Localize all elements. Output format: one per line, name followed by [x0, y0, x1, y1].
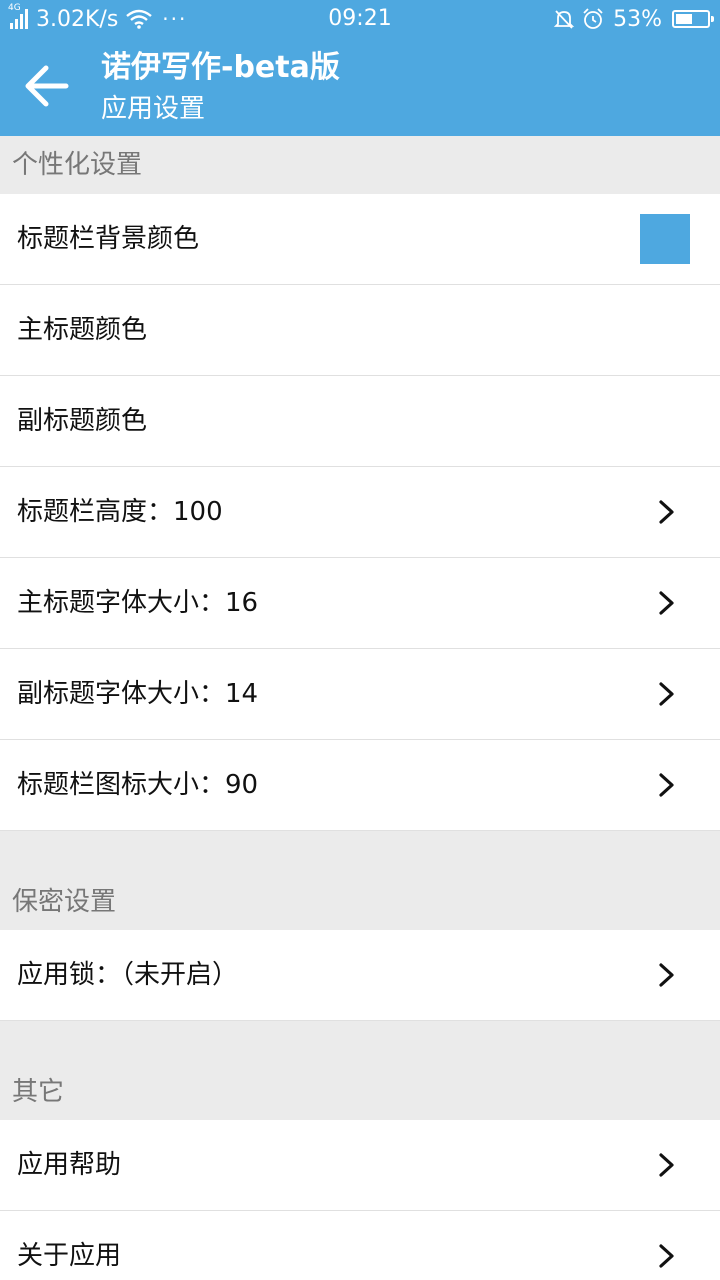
setting-about-app[interactable]: 关于应用 — [0, 1211, 720, 1280]
setting-label: 副标题颜色 — [17, 406, 148, 436]
chevron-right-icon — [659, 1153, 674, 1177]
setting-label: 标题栏高度：100 — [17, 497, 223, 527]
battery-percent: 53% — [613, 6, 662, 32]
setting-label: 主标题颜色 — [17, 315, 148, 345]
status-right: 53% — [553, 5, 714, 33]
status-bar: 4G 3.02K/s ··· 09:21 53% — [0, 0, 720, 38]
chevron-right-icon — [659, 591, 674, 615]
battery-icon — [672, 10, 714, 28]
setting-label: 应用锁：（未开启） — [17, 960, 239, 990]
alarm-icon — [583, 8, 603, 29]
setting-subtitle-font-size[interactable]: 副标题字体大小：14 — [0, 649, 720, 740]
chevron-right-icon — [659, 1244, 674, 1268]
setting-app-help[interactable]: 应用帮助 — [0, 1120, 720, 1211]
setting-label: 标题栏背景颜色 — [17, 224, 200, 254]
setting-title-color[interactable]: 主标题颜色 — [0, 285, 720, 376]
section-header-personalization: 个性化设置 — [0, 136, 720, 194]
setting-label: 关于应用 — [17, 1241, 122, 1271]
section-header-privacy: 保密设置 — [0, 831, 720, 930]
setting-titlebar-bg-color[interactable]: 标题栏背景颜色 — [0, 194, 720, 285]
chevron-right-icon — [659, 963, 674, 987]
app-title: 诺伊写作-beta版 — [101, 50, 340, 85]
settings-list: 个性化设置 标题栏背景颜色 主标题颜色 副标题颜色 标题栏高度：100 主标题字… — [0, 136, 720, 1280]
mute-bell-icon — [553, 10, 575, 29]
setting-label: 标题栏图标大小：90 — [17, 770, 259, 800]
setting-app-lock[interactable]: 应用锁：（未开启） — [0, 930, 720, 1021]
back-arrow-icon[interactable] — [20, 60, 72, 112]
setting-label: 主标题字体大小：16 — [17, 588, 259, 618]
setting-titlebar-height[interactable]: 标题栏高度：100 — [0, 467, 720, 558]
chevron-right-icon — [659, 500, 674, 524]
setting-title-font-size[interactable]: 主标题字体大小：16 — [0, 558, 720, 649]
section-header-other: 其它 — [0, 1021, 720, 1120]
app-bar: 诺伊写作-beta版 应用设置 — [0, 38, 720, 136]
setting-subtitle-color[interactable]: 副标题颜色 — [0, 376, 720, 467]
chevron-right-icon — [659, 773, 674, 797]
color-swatch[interactable] — [640, 214, 690, 264]
setting-titlebar-icon-size[interactable]: 标题栏图标大小：90 — [0, 740, 720, 831]
setting-label: 副标题字体大小：14 — [17, 679, 259, 709]
setting-label: 应用帮助 — [17, 1150, 122, 1180]
page-subtitle: 应用设置 — [101, 94, 206, 124]
chevron-right-icon — [659, 682, 674, 706]
